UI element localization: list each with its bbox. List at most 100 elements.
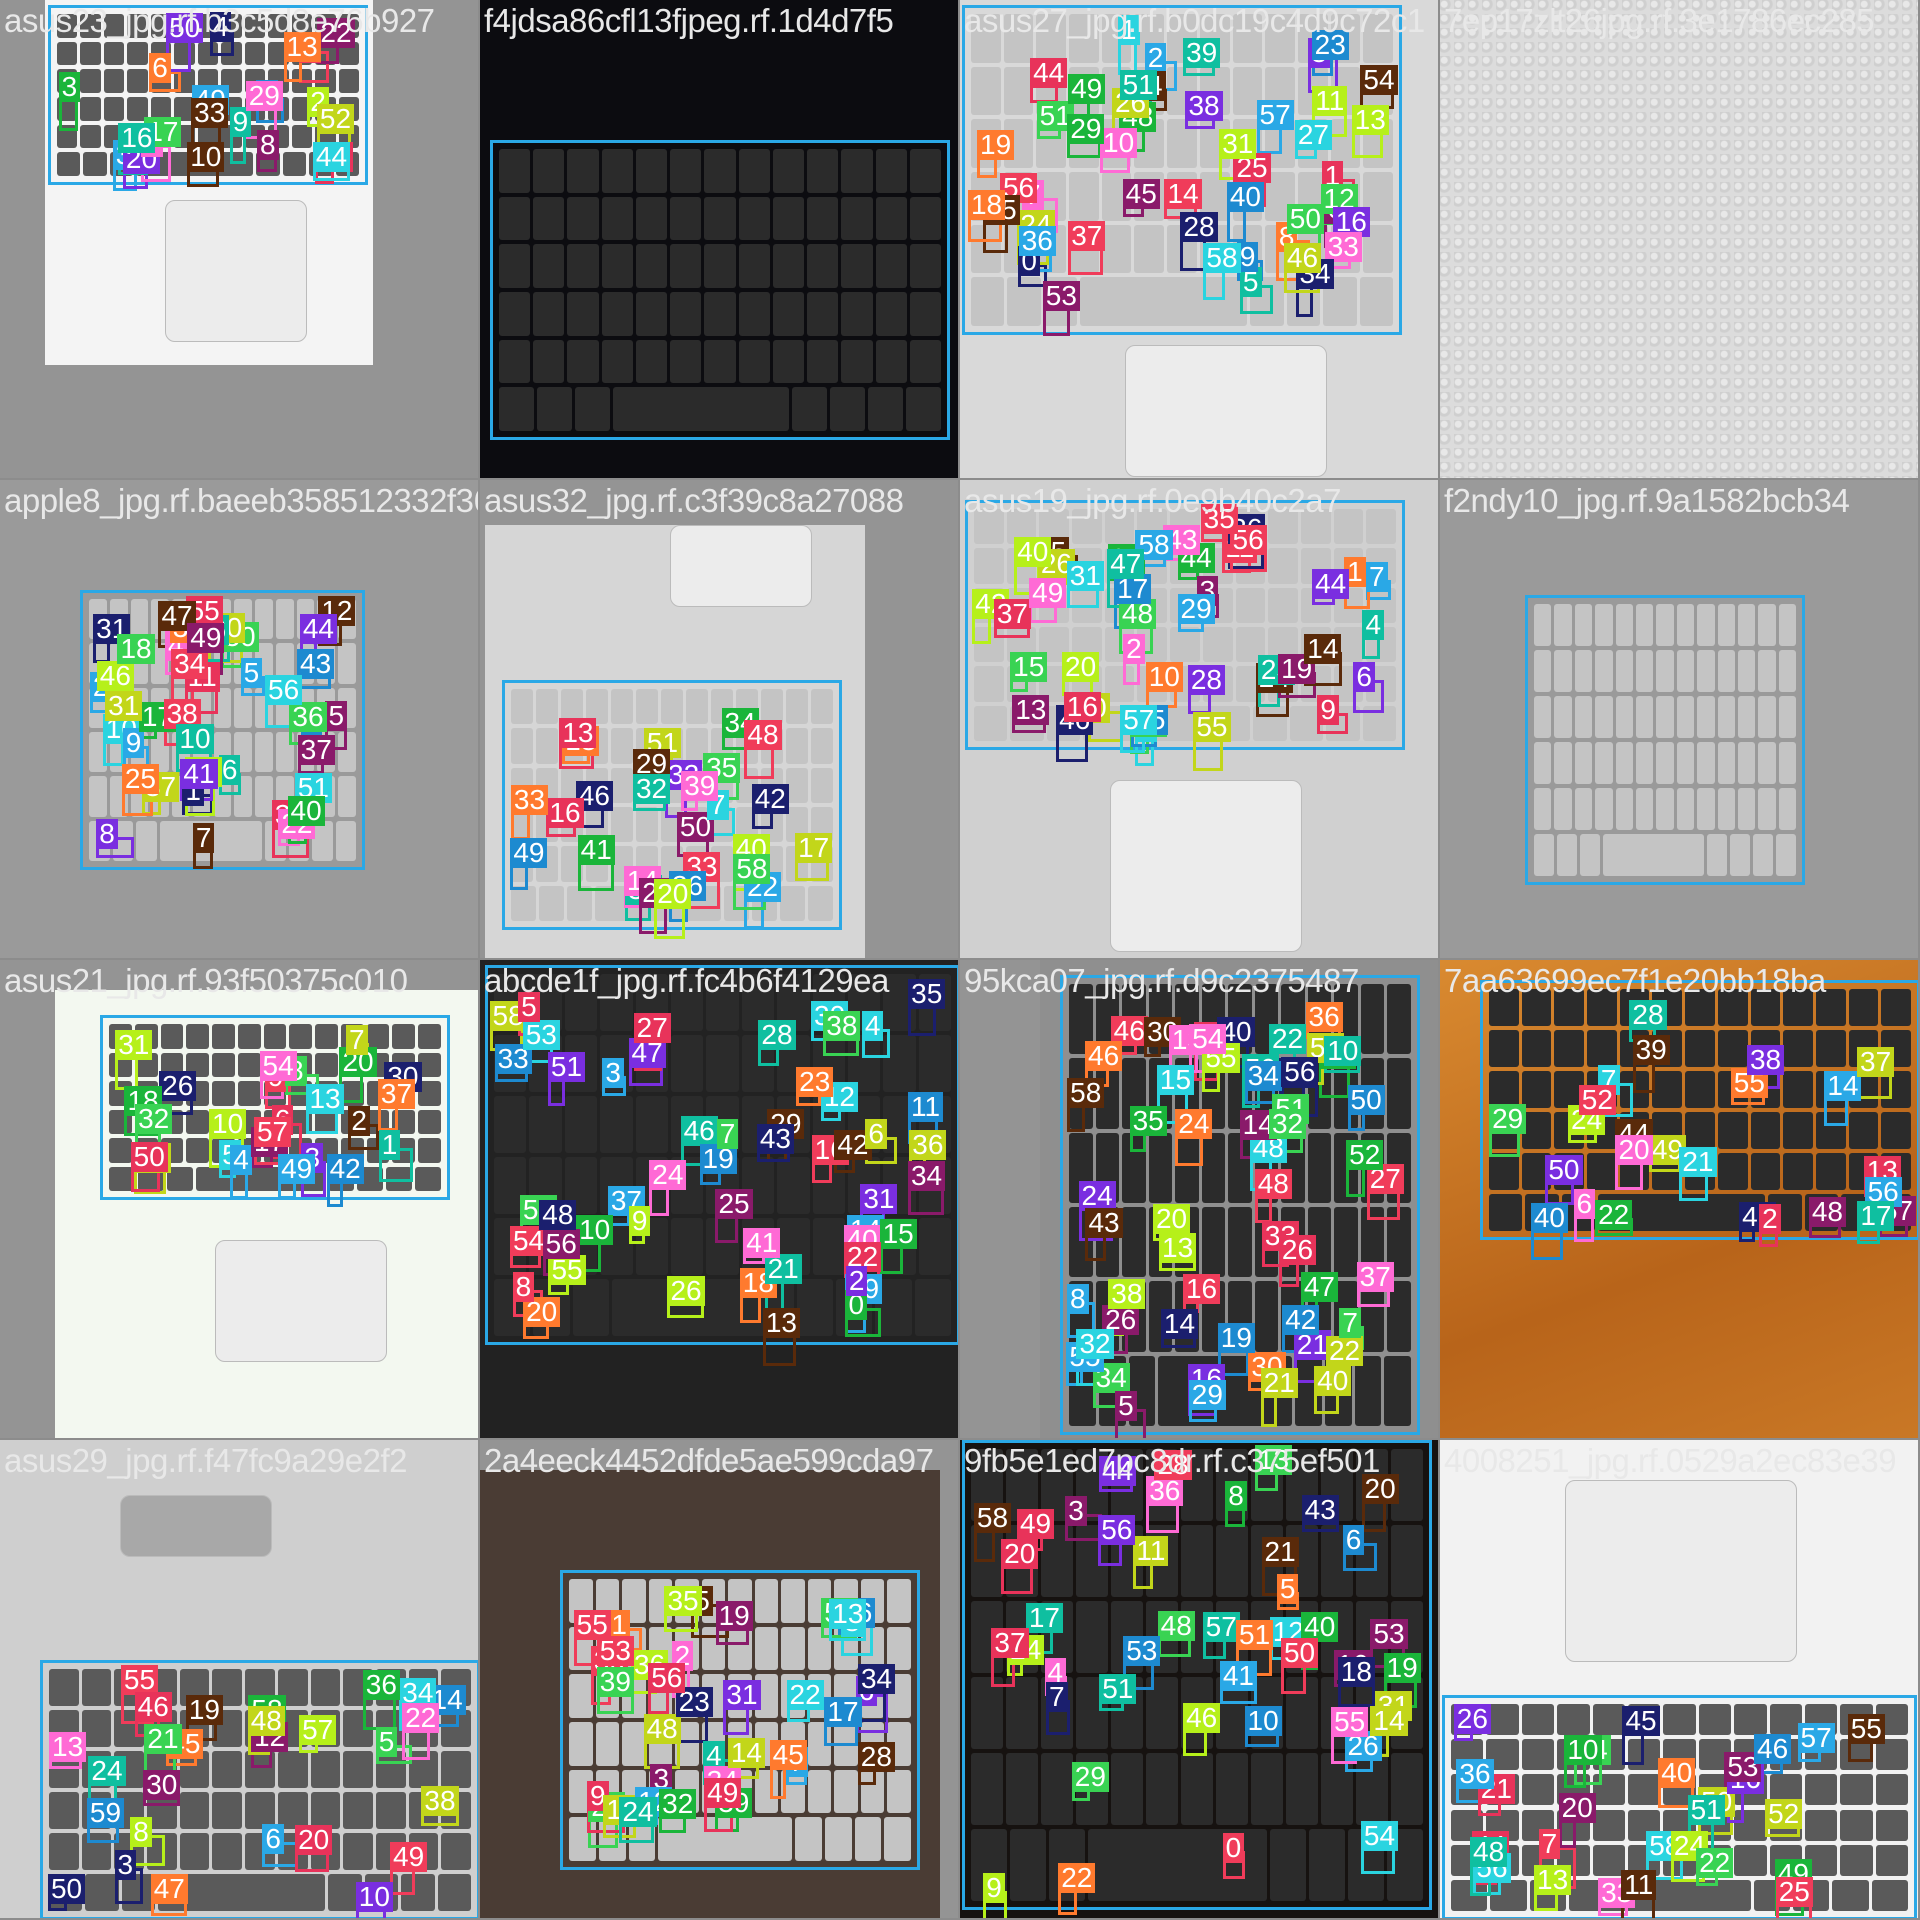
class-label: 6 <box>149 53 171 84</box>
class-label: 29 <box>245 81 283 112</box>
class-label: 36 <box>289 702 327 733</box>
class-label: 49 <box>278 1153 316 1184</box>
touchpad <box>1565 1480 1797 1662</box>
key <box>777 1157 810 1214</box>
key <box>1486 1704 1519 1736</box>
key <box>812 1218 845 1275</box>
key <box>1881 1112 1911 1149</box>
key <box>57 152 81 176</box>
key <box>875 244 907 288</box>
key <box>338 69 360 93</box>
class-label: 20 <box>295 1825 333 1856</box>
key <box>80 97 101 121</box>
class-label: 49 <box>510 838 548 869</box>
touchpad <box>165 200 307 342</box>
key <box>80 41 101 66</box>
key <box>1201 1132 1226 1203</box>
keyboard-bounding-box <box>490 140 950 440</box>
class-label: 55 <box>573 1610 611 1641</box>
class-label: 31 <box>105 690 143 721</box>
class-label: 49 <box>390 1841 428 1872</box>
key-row <box>1445 1704 1914 1736</box>
class-label: 57 <box>299 1715 337 1746</box>
key <box>1387 984 1411 1055</box>
class-label: 21 <box>1679 1147 1717 1178</box>
class-label: 14 <box>1164 178 1202 209</box>
class-label: 4 <box>861 1011 884 1041</box>
class-label: 17 <box>824 1697 862 1728</box>
file-name-caption: 4008251_jpg.rf.0529a2ec83e39 <box>1444 1442 1897 1479</box>
class-label: 42 <box>1282 1305 1320 1336</box>
key <box>415 1166 442 1191</box>
key <box>1656 650 1674 692</box>
class-label: 36 <box>1305 1002 1343 1033</box>
detection-mosaic: 3020109876543211752454449503316222913asu… <box>0 0 1920 1920</box>
key <box>1359 277 1394 326</box>
key <box>670 1035 704 1092</box>
class-label: 10 <box>1564 1734 1602 1765</box>
key <box>1554 604 1572 646</box>
class-label: 28 <box>1180 212 1218 243</box>
key <box>1574 650 1593 692</box>
class-label: 37 <box>377 1078 416 1109</box>
key <box>841 339 873 384</box>
key <box>1366 509 1396 545</box>
key <box>1595 604 1613 646</box>
class-label: 50 <box>1280 1638 1319 1669</box>
class-label: 22 <box>1268 1023 1307 1054</box>
class-label: 21 <box>1261 1537 1299 1568</box>
class-label: 32 <box>632 773 671 804</box>
class-label: 58 <box>1203 242 1241 273</box>
class-label: 40 <box>1530 1203 1568 1234</box>
key <box>754 1626 779 1671</box>
key <box>1534 742 1552 784</box>
key <box>1729 834 1750 876</box>
class-label: 38 <box>1108 1278 1146 1309</box>
class-label: 54 <box>1189 1023 1227 1054</box>
class-label: 48 <box>643 1713 681 1744</box>
class-label: 26 <box>1278 1234 1317 1265</box>
class-label: 39 <box>596 1666 634 1697</box>
key <box>103 97 125 121</box>
key <box>1595 742 1613 784</box>
key <box>418 1081 441 1106</box>
key <box>1697 696 1715 738</box>
key <box>1734 1844 1767 1876</box>
key <box>1635 604 1654 646</box>
key <box>1534 604 1552 646</box>
class-label: 2 <box>845 1266 868 1297</box>
key <box>511 689 533 725</box>
key <box>1804 1809 1838 1841</box>
key <box>1717 788 1735 830</box>
photo-region <box>1440 0 1918 478</box>
key <box>537 387 573 431</box>
key <box>335 820 356 861</box>
class-label: 31 <box>1219 128 1257 159</box>
key <box>499 387 535 431</box>
key <box>1574 696 1593 738</box>
class-label: 21 <box>144 1723 182 1754</box>
key <box>186 1138 210 1163</box>
key <box>1734 1704 1767 1736</box>
key <box>418 1052 441 1077</box>
class-label: 7 <box>1045 1681 1068 1712</box>
class-label: 13 <box>306 1084 344 1115</box>
key-row <box>1483 1112 1917 1149</box>
key <box>905 387 941 431</box>
image-tile: 20 17 3 4 5 6 7 8 9 0 48 11 20 54 41 56 21 51 53 36 22 10 43 19… <box>960 1440 1438 1918</box>
key <box>418 1138 441 1163</box>
class-label: 43 <box>1085 1207 1123 1238</box>
key <box>441 1751 471 1788</box>
class-label: 13 <box>1351 105 1389 136</box>
class-label: 42 <box>751 784 789 815</box>
key <box>212 1833 243 1870</box>
class-label: 53 <box>596 1636 634 1667</box>
key <box>611 728 633 764</box>
class-label: 6 <box>865 1119 887 1150</box>
key <box>1783 1030 1813 1067</box>
class-label: 16 <box>1182 1273 1221 1304</box>
key <box>1489 1153 1519 1190</box>
key <box>786 689 808 725</box>
key <box>1698 1704 1732 1736</box>
key <box>1134 224 1165 274</box>
